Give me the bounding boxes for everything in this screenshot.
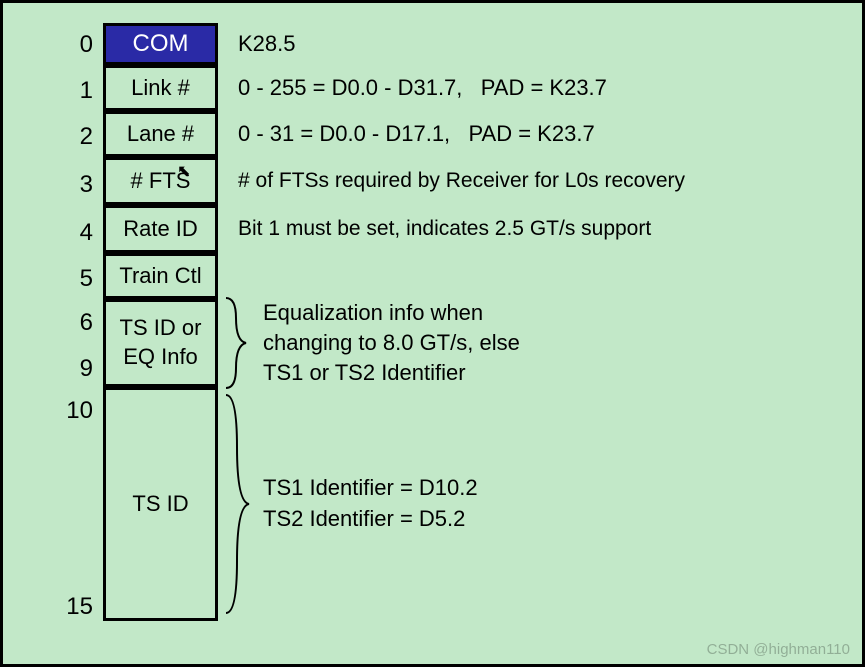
field-ts-id: TS ID bbox=[103, 387, 218, 621]
byte-index-15: 15 bbox=[3, 593, 93, 621]
desc-rate-id: Bit 1 must be set, indicates 2.5 GT/s su… bbox=[238, 205, 842, 253]
desc-ts-id-line1: TS1 Identifier = D10.2 bbox=[263, 473, 478, 504]
desc-eq-info: Equalization info when changing to 8.0 G… bbox=[263, 295, 842, 391]
desc-lane-number: 0 - 31 = D0.0 - D17.1, PAD = K23.7 bbox=[238, 111, 842, 157]
byte-index-9: 9 bbox=[3, 355, 93, 383]
brace-tsid-icon bbox=[221, 387, 253, 621]
byte-index-1: 1 bbox=[3, 77, 93, 105]
desc-eq-info-line1: Equalization info when bbox=[263, 298, 483, 328]
byte-index-2: 2 bbox=[3, 123, 93, 151]
byte-index-4: 4 bbox=[3, 219, 93, 247]
field-com: COM bbox=[103, 23, 218, 65]
desc-eq-info-line3: TS1 or TS2 Identifier bbox=[263, 358, 466, 388]
byte-index-5: 5 bbox=[3, 265, 93, 293]
field-lane-number: Lane # bbox=[103, 111, 218, 157]
field-train-ctl: Train Ctl bbox=[103, 253, 218, 299]
brace-eq-icon bbox=[221, 293, 251, 393]
field-tsid-or-eq-info: TS ID or EQ Info bbox=[103, 299, 218, 387]
desc-link-number: 0 - 255 = D0.0 - D31.7, PAD = K23.7 bbox=[238, 65, 842, 111]
desc-com: K28.5 bbox=[238, 23, 842, 65]
watermark: CSDN @highman110 bbox=[707, 641, 850, 658]
byte-index-0: 0 bbox=[3, 31, 93, 59]
desc-num-fts: # of FTSs required by Receiver for L0s r… bbox=[238, 157, 842, 205]
byte-index-3: 3 bbox=[3, 171, 93, 199]
byte-index-6: 6 bbox=[3, 309, 93, 337]
field-num-fts: # FTS bbox=[103, 157, 218, 205]
desc-ts-id-line2: TS2 Identifier = D5.2 bbox=[263, 504, 465, 535]
desc-ts-id: TS1 Identifier = D10.2 TS2 Identifier = … bbox=[263, 387, 842, 621]
field-tsid-or-eq-info-line2: EQ Info bbox=[123, 343, 198, 372]
field-rate-id: Rate ID bbox=[103, 205, 218, 253]
field-tsid-or-eq-info-line1: TS ID or bbox=[120, 314, 202, 343]
desc-eq-info-line2: changing to 8.0 GT/s, else bbox=[263, 328, 520, 358]
field-link-number: Link # bbox=[103, 65, 218, 111]
byte-index-10: 10 bbox=[3, 397, 93, 425]
